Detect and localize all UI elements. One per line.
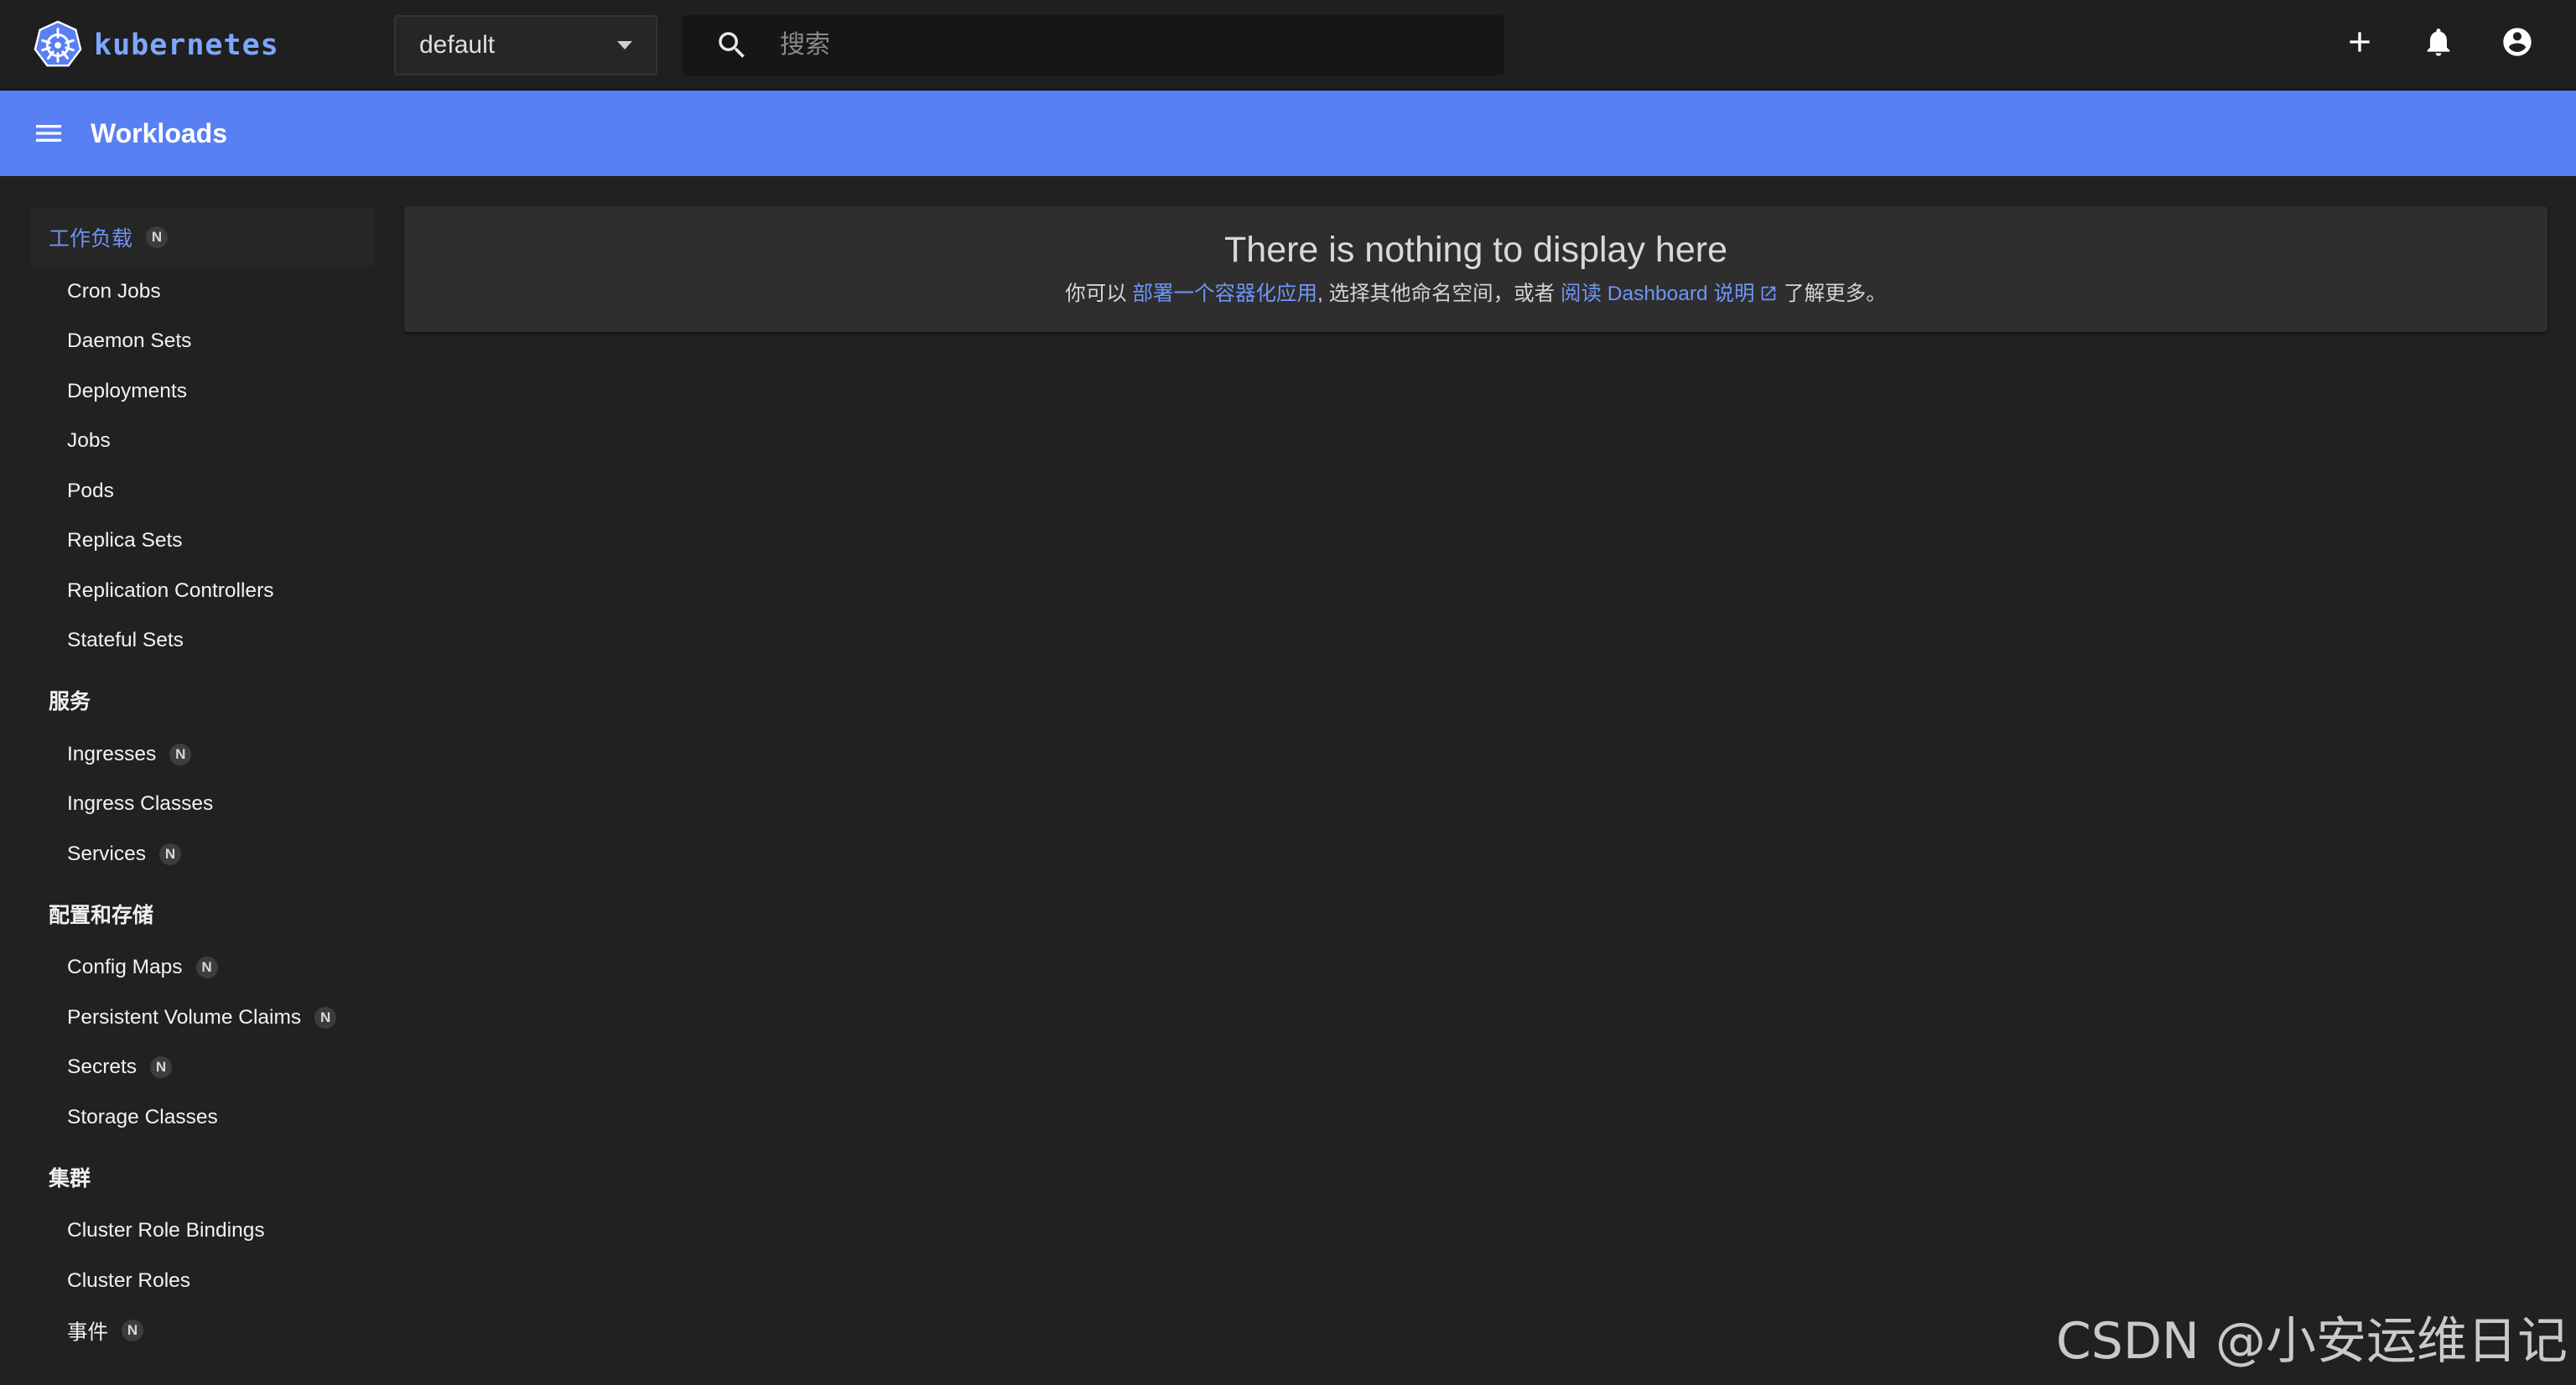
dashboard-docs-link[interactable]: 阅读 Dashboard 说明 (1561, 283, 1778, 305)
sidebar-section-label: 配置和存储 (49, 903, 154, 927)
plus-icon (2350, 32, 2370, 52)
sidebar-item-label: Services (67, 842, 146, 865)
sidebar-item-secrets[interactable]: Secrets N (30, 1043, 374, 1093)
namespaced-badge: N (122, 1320, 143, 1342)
message-prefix: 你可以 (1065, 283, 1127, 305)
namespaced-badge: N (314, 1006, 337, 1029)
sidebar-section-label: 服务 (49, 690, 91, 713)
namespace-value: default (419, 31, 496, 59)
message-middle: , 选择其他命名空间，或者 (1317, 283, 1555, 305)
sidebar-item-events[interactable]: 事件 N (30, 1306, 374, 1356)
sidebar-item-deployments[interactable]: Deployments (30, 366, 374, 417)
sidebar-item-label: Replica Sets (67, 529, 183, 552)
message-suffix: 了解更多。 (1784, 283, 1887, 305)
account-button[interactable] (2499, 23, 2536, 60)
namespaced-badge: N (169, 743, 192, 765)
sidebar-section-cluster[interactable]: 集群 (30, 1148, 374, 1206)
sidebar-item-cluster-roles[interactable]: Cluster Roles (30, 1256, 374, 1306)
sidebar-item-label: Ingress Classes (67, 792, 214, 816)
sidebar-item-label: Config Maps (67, 956, 183, 979)
sidebar-item-label: Persistent Volume Claims (67, 1005, 302, 1029)
search-input[interactable] (778, 19, 1504, 71)
sidebar-item-cluster-role-bindings[interactable]: Cluster Role Bindings (30, 1206, 374, 1257)
sidebar-item-label: Storage Classes (67, 1105, 218, 1128)
sidebar-item-label: Stateful Sets (67, 629, 184, 652)
empty-state-message: 你可以 部署一个容器化应用, 选择其他命名空间，或者 阅读 Dashboard … (404, 278, 2547, 307)
notifications-button[interactable] (2420, 23, 2457, 60)
create-button[interactable] (2341, 23, 2378, 60)
namespaced-badge: N (158, 843, 181, 865)
sidebar-item-label: Deployments (67, 379, 187, 402)
sidebar-item-label: 事件 (67, 1320, 108, 1344)
sidebar-item-stateful-sets[interactable]: Stateful Sets (30, 616, 374, 667)
search-bar[interactable] (683, 15, 1504, 75)
namespaced-badge: N (146, 226, 169, 248)
empty-state-card: There is nothing to display here 你可以 部署一… (404, 206, 2547, 332)
sidebar-section-label: 工作负载 (49, 227, 133, 251)
dropdown-arrow-icon (617, 41, 632, 49)
search-icon (719, 32, 745, 58)
sidebar-item-label: Replication Controllers (67, 578, 274, 602)
sidebar-item-config-maps[interactable]: Config Maps N (30, 943, 374, 993)
empty-state-heading: There is nothing to display here (1224, 230, 1727, 270)
docs-link-label: 阅读 Dashboard 说明 (1560, 283, 1755, 305)
page-title: Workloads (91, 117, 227, 148)
deploy-app-link[interactable]: 部署一个容器化应用 (1133, 283, 1318, 305)
sidebar-item-ingresses[interactable]: Ingresses N (30, 729, 374, 780)
toolbar-actions (2341, 23, 2536, 60)
sidebar-item-label: Cron Jobs (67, 279, 161, 303)
sidebar-section-workloads[interactable]: 工作负载 N (30, 208, 374, 267)
watermark: CSDN @小安运维日记 (2055, 1312, 2568, 1371)
sidebar-item-daemon-sets[interactable]: Daemon Sets (30, 317, 374, 367)
namespace-selector[interactable]: default (394, 15, 657, 75)
kubernetes-logo-icon (34, 20, 82, 67)
sidebar-item-services[interactable]: Services N (30, 829, 374, 879)
sidebar-item-storage-classes[interactable]: Storage Classes (30, 1092, 374, 1143)
sidebar-item-replica-sets[interactable]: Replica Sets (30, 516, 374, 567)
namespaced-badge: N (150, 1056, 173, 1079)
sidebar-section-services[interactable]: 服务 (30, 671, 374, 729)
brand-name: kubernetes (94, 29, 279, 62)
account-circle-icon (2503, 28, 2532, 56)
sidebar-item-persistent-volume-claims[interactable]: Persistent Volume Claims N (30, 993, 374, 1043)
sidebar-item-label: Ingresses (67, 742, 157, 765)
sidebar-item-label: Secrets (67, 1056, 138, 1079)
sidebar-item-jobs[interactable]: Jobs (30, 417, 374, 467)
sidebar-item-label: Pods (67, 479, 114, 502)
brand[interactable]: kubernetes (32, 18, 279, 72)
sidebar-item-label: Cluster Roles (67, 1268, 191, 1292)
sidebar-item-label: Cluster Role Bindings (67, 1219, 265, 1242)
sidebar-item-label: Jobs (67, 429, 111, 453)
sidebar-item-ingress-classes[interactable]: Ingress Classes (30, 780, 374, 830)
sidebar-item-pods[interactable]: Pods (30, 466, 374, 516)
sidebar-section-label: 集群 (49, 1166, 91, 1190)
sidebar-item-label: Daemon Sets (67, 329, 192, 353)
open-in-new-icon (1762, 286, 1776, 301)
bell-icon (2427, 29, 2450, 56)
page-title-bar: Workloads (0, 91, 2576, 176)
sidebar-item-cron-jobs[interactable]: Cron Jobs (30, 267, 374, 317)
top-toolbar: kubernetes default (0, 0, 2576, 91)
namespaced-badge: N (195, 957, 218, 979)
sidebar-item-replication-controllers[interactable]: Replication Controllers (30, 566, 374, 616)
sidebar-section-config-storage[interactable]: 配置和存储 (30, 884, 374, 943)
sidebar-nav: 工作负载 N Cron Jobs Daemon Sets Deployments… (30, 208, 374, 1356)
hamburger-menu-icon[interactable] (32, 117, 65, 150)
